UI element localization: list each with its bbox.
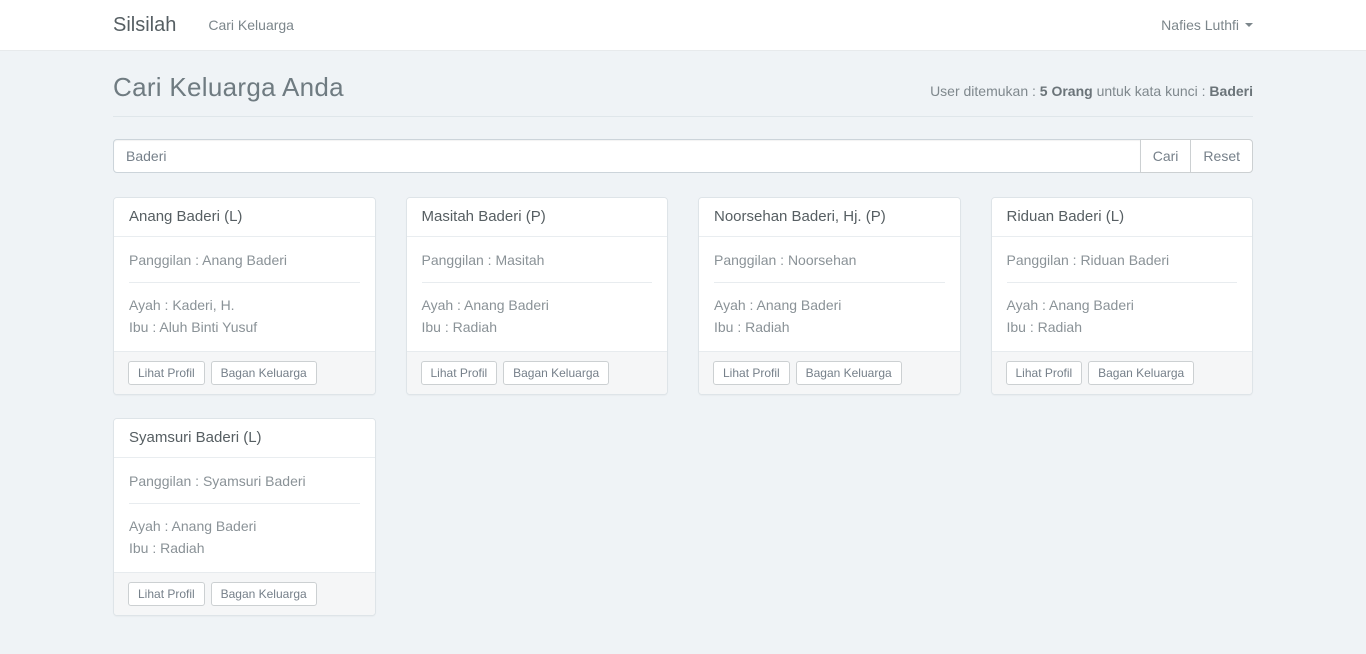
caret-down-icon (1245, 23, 1253, 27)
reset-button[interactable]: Reset (1190, 139, 1253, 173)
person-card-body: Panggilan : Noorsehan Ayah : Anang Bader… (699, 237, 960, 351)
person-card-header: Syamsuri Baderi (L) (114, 419, 375, 458)
bagan-keluarga-button[interactable]: Bagan Keluarga (211, 582, 317, 606)
person-name: Riduan Baderi (L) (1007, 208, 1238, 226)
person-father: Ayah : Anang Baderi (422, 294, 653, 316)
divider (129, 503, 360, 504)
page-title: Cari Keluarga Anda (113, 72, 344, 103)
person-mother: Ibu : Radiah (1007, 316, 1238, 338)
person-name: Noorsehan Baderi, Hj. (P) (714, 208, 945, 226)
person-mother: Ibu : Aluh Binti Yusuf (129, 316, 360, 338)
person-card-footer: Lihat Profil Bagan Keluarga (114, 572, 375, 615)
lihat-profil-button[interactable]: Lihat Profil (1006, 361, 1083, 385)
lihat-profil-button[interactable]: Lihat Profil (128, 582, 205, 606)
brand-silsilah[interactable]: Silsilah (113, 14, 176, 37)
person-nickname: Panggilan : Masitah (422, 250, 653, 271)
cari-button[interactable]: Cari (1140, 139, 1192, 173)
person-card-header: Masitah Baderi (P) (407, 198, 668, 237)
person-nickname: Panggilan : Syamsuri Baderi (129, 471, 360, 492)
person-card-footer: Lihat Profil Bagan Keluarga (699, 351, 960, 394)
person-name: Masitah Baderi (P) (422, 208, 653, 226)
person-nickname: Panggilan : Riduan Baderi (1007, 250, 1238, 271)
person-mother: Ibu : Radiah (422, 316, 653, 338)
lihat-profil-button[interactable]: Lihat Profil (713, 361, 790, 385)
bagan-keluarga-button[interactable]: Bagan Keluarga (503, 361, 609, 385)
person-card-body: Panggilan : Anang Baderi Ayah : Kaderi, … (114, 237, 375, 351)
person-card-header: Anang Baderi (L) (114, 198, 375, 237)
person-card-header: Riduan Baderi (L) (992, 198, 1253, 237)
lihat-profil-button[interactable]: Lihat Profil (128, 361, 205, 385)
person-card: Masitah Baderi (P) Panggilan : Masitah A… (406, 197, 669, 395)
person-father: Ayah : Kaderi, H. (129, 294, 360, 316)
bagan-keluarga-button[interactable]: Bagan Keluarga (1088, 361, 1194, 385)
person-card-body: Panggilan : Syamsuri Baderi Ayah : Anang… (114, 458, 375, 572)
summary-keyword: Baderi (1209, 83, 1253, 99)
person-mother: Ibu : Radiah (714, 316, 945, 338)
person-card: Riduan Baderi (L) Panggilan : Riduan Bad… (991, 197, 1254, 395)
person-card: Syamsuri Baderi (L) Panggilan : Syamsuri… (113, 418, 376, 616)
person-card-footer: Lihat Profil Bagan Keluarga (407, 351, 668, 394)
summary-middle: untuk kata kunci : (1093, 83, 1210, 99)
person-card-body: Panggilan : Masitah Ayah : Anang Baderi … (407, 237, 668, 351)
lihat-profil-button[interactable]: Lihat Profil (421, 361, 498, 385)
summary-prefix: User ditemukan : (930, 83, 1040, 99)
summary-count: 5 Orang (1040, 83, 1093, 99)
search-input[interactable] (113, 139, 1141, 173)
user-menu-dropdown[interactable]: Nafies Luthfi (1161, 17, 1253, 33)
bagan-keluarga-button[interactable]: Bagan Keluarga (796, 361, 902, 385)
divider (129, 282, 360, 283)
page-header: Cari Keluarga Anda User ditemukan : 5 Or… (113, 72, 1253, 117)
divider (1007, 282, 1238, 283)
nav-item-cari-keluarga[interactable]: Cari Keluarga (208, 17, 294, 33)
person-name: Syamsuri Baderi (L) (129, 429, 360, 447)
person-name: Anang Baderi (L) (129, 208, 360, 226)
bagan-keluarga-button[interactable]: Bagan Keluarga (211, 361, 317, 385)
person-nickname: Panggilan : Anang Baderi (129, 250, 360, 271)
user-name: Nafies Luthfi (1161, 17, 1239, 33)
person-father: Ayah : Anang Baderi (714, 294, 945, 316)
person-card-header: Noorsehan Baderi, Hj. (P) (699, 198, 960, 237)
search-result-summary: User ditemukan : 5 Orang untuk kata kunc… (930, 83, 1253, 99)
results-grid: Anang Baderi (L) Panggilan : Anang Bader… (98, 197, 1268, 639)
person-card-body: Panggilan : Riduan Baderi Ayah : Anang B… (992, 237, 1253, 351)
divider (422, 282, 653, 283)
person-mother: Ibu : Radiah (129, 537, 360, 559)
person-father: Ayah : Anang Baderi (129, 515, 360, 537)
person-card: Noorsehan Baderi, Hj. (P) Panggilan : No… (698, 197, 961, 395)
navbar: Silsilah Cari Keluarga Nafies Luthfi (0, 0, 1366, 51)
divider (714, 282, 945, 283)
person-nickname: Panggilan : Noorsehan (714, 250, 945, 271)
person-father: Ayah : Anang Baderi (1007, 294, 1238, 316)
person-card: Anang Baderi (L) Panggilan : Anang Bader… (113, 197, 376, 395)
search-form: Cari Reset (113, 139, 1253, 173)
person-card-footer: Lihat Profil Bagan Keluarga (114, 351, 375, 394)
person-card-footer: Lihat Profil Bagan Keluarga (992, 351, 1253, 394)
